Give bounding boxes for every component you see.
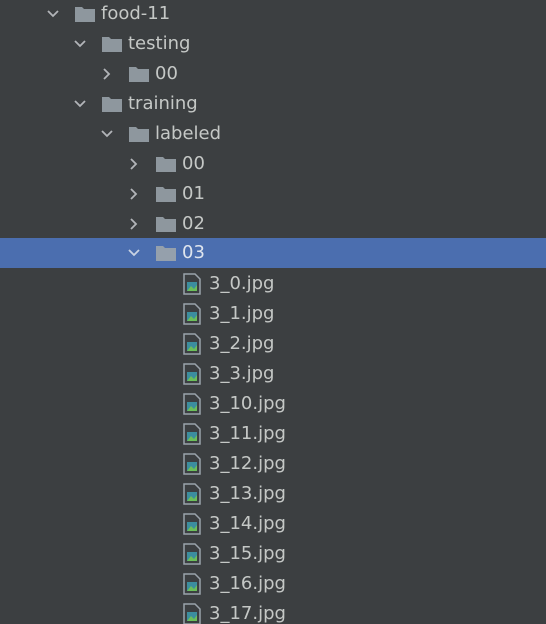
tree-node-label: 3_16.jpg xyxy=(209,573,286,594)
image-file-icon xyxy=(183,543,201,565)
tree-node-label: 3_14.jpg xyxy=(209,513,286,534)
tree-file-item[interactable]: 3_17.jpg xyxy=(0,599,546,624)
tree-node-labeled-00[interactable]: 00 xyxy=(0,149,546,179)
tree-node-label: training xyxy=(128,93,198,114)
tree-file-item[interactable]: 3_16.jpg xyxy=(0,569,546,599)
tree-file-item[interactable]: 3_1.jpg xyxy=(0,299,546,329)
tree-node-label: 3_10.jpg xyxy=(209,393,286,414)
folder-icon xyxy=(102,97,122,112)
tree-node-label: 00 xyxy=(182,153,205,174)
tree-node-label: 00 xyxy=(155,63,178,84)
tree-node-label: 3_15.jpg xyxy=(209,543,286,564)
tree-file-item[interactable]: 3_12.jpg xyxy=(0,449,546,479)
tree-node-food-11[interactable]: food-11 xyxy=(0,0,546,29)
folder-icon xyxy=(102,37,122,52)
image-file-icon xyxy=(183,573,201,595)
tree-node-label: 3_3.jpg xyxy=(209,363,275,384)
tree-file-item[interactable]: 3_0.jpg xyxy=(0,269,546,299)
image-file-icon xyxy=(183,483,201,505)
tree-node-label: 3_17.jpg xyxy=(209,603,286,624)
tree-file-item[interactable]: 3_10.jpg xyxy=(0,389,546,419)
tree-node-label: food-11 xyxy=(101,3,171,24)
tree-file-item[interactable]: 3_11.jpg xyxy=(0,419,546,449)
tree-node-label: 02 xyxy=(182,213,205,234)
tree-node-label: 01 xyxy=(182,183,205,204)
chevron-right-icon[interactable] xyxy=(126,156,142,172)
tree-node-label: 03 xyxy=(182,242,205,263)
image-file-icon xyxy=(183,423,201,445)
tree-file-item[interactable]: 3_14.jpg xyxy=(0,509,546,539)
chevron-down-icon[interactable] xyxy=(72,96,88,112)
chevron-right-icon[interactable] xyxy=(99,66,115,82)
folder-icon xyxy=(156,187,176,202)
folder-icon xyxy=(156,217,176,232)
image-file-icon xyxy=(183,603,201,624)
image-file-icon xyxy=(183,303,201,325)
tree-node-labeled-03[interactable]: 03 xyxy=(0,238,546,268)
folder-icon xyxy=(129,67,149,82)
chevron-right-icon[interactable] xyxy=(126,216,142,232)
chevron-down-icon[interactable] xyxy=(72,36,88,52)
tree-node-labeled-02[interactable]: 02 xyxy=(0,209,546,239)
tree-node-label: 3_11.jpg xyxy=(209,423,286,444)
project-tree: food-11 testing 00 training labeled 00 0… xyxy=(0,0,546,624)
tree-node-label: testing xyxy=(128,33,191,54)
chevron-down-icon[interactable] xyxy=(126,245,142,261)
folder-icon xyxy=(156,157,176,172)
chevron-right-icon[interactable] xyxy=(126,186,142,202)
tree-node-label: 3_2.jpg xyxy=(209,333,275,354)
image-file-icon xyxy=(183,453,201,475)
folder-icon xyxy=(129,127,149,142)
tree-node-label: 3_0.jpg xyxy=(209,273,275,294)
tree-node-labeled-01[interactable]: 01 xyxy=(0,179,546,209)
tree-node-training[interactable]: training xyxy=(0,89,546,119)
chevron-down-icon[interactable] xyxy=(99,126,115,142)
chevron-down-icon[interactable] xyxy=(45,6,61,22)
tree-file-item[interactable]: 3_2.jpg xyxy=(0,329,546,359)
tree-node-labeled[interactable]: labeled xyxy=(0,119,546,149)
image-file-icon xyxy=(183,513,201,535)
image-file-icon xyxy=(183,333,201,355)
tree-node-label: labeled xyxy=(155,123,222,144)
tree-node-testing[interactable]: testing xyxy=(0,29,546,59)
folder-icon xyxy=(75,7,95,22)
tree-node-label: 3_13.jpg xyxy=(209,483,286,504)
image-file-icon xyxy=(183,393,201,415)
folder-icon xyxy=(156,246,176,261)
tree-node-label: 3_1.jpg xyxy=(209,303,275,324)
tree-node-label: 3_12.jpg xyxy=(209,453,286,474)
image-file-icon xyxy=(183,273,201,295)
image-file-icon xyxy=(183,363,201,385)
tree-file-item[interactable]: 3_15.jpg xyxy=(0,539,546,569)
tree-node-testing-00[interactable]: 00 xyxy=(0,59,546,89)
tree-file-item[interactable]: 3_3.jpg xyxy=(0,359,546,389)
tree-file-item[interactable]: 3_13.jpg xyxy=(0,479,546,509)
